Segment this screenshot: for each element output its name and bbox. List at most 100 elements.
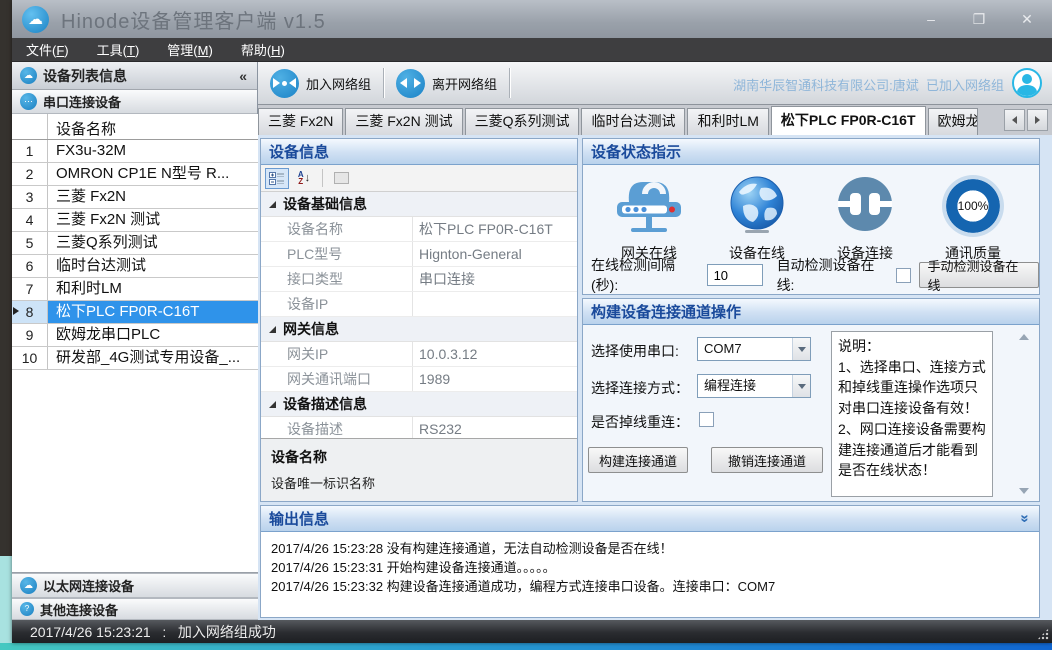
menu-help[interactable]: 帮助(H) [227, 40, 299, 59]
globe-question-icon: ? [20, 602, 34, 616]
device-info-header: 设备信息 [261, 139, 577, 165]
categorized-icon [269, 171, 285, 185]
categorized-view-button[interactable] [265, 168, 289, 189]
other-devices-section[interactable]: ? 其他连接设备 [12, 598, 258, 620]
log-line: 2017/4/26 15:23:31 开始构建设备连接通道。。。。。 [271, 558, 1029, 577]
property-row[interactable]: PLC型号Hignton-General [261, 242, 577, 267]
user-avatar[interactable] [1012, 68, 1042, 98]
connect-mode-select[interactable]: 编程连接 [697, 374, 811, 398]
statusbar-message: 2017/4/26 15:23:21 : 加入网络组成功 [30, 622, 276, 642]
output-panel: 输出信息 » 2017/4/26 15:23:28 没有构建连接通道，无法自动检… [260, 505, 1040, 618]
category-basic-info[interactable]: 设备基础信息 [261, 192, 577, 217]
collapse-output-icon[interactable]: » [1016, 514, 1033, 522]
chevron-down-icon [798, 347, 806, 352]
router-icon [613, 176, 685, 236]
table-row[interactable]: 4三菱 Fx2N 测试 [12, 209, 258, 232]
indicator-gateway-online: 网关在线 [597, 173, 701, 263]
minimize-button[interactable]: – [920, 11, 942, 27]
build-channel-button[interactable]: 构建连接通道 [588, 447, 688, 473]
main-toolbar: 加入网络组 离开网络组 湖南华辰智通科技有限公司:唐斌 已加入网络组 [258, 62, 1052, 105]
auto-detect-checkbox[interactable] [896, 268, 911, 283]
device-status-title: 设备状态指示 [591, 141, 681, 162]
property-description-box: 设备名称 设备唯一标识名称 [261, 438, 577, 501]
sidebar-header: ☁ 设备列表信息 « [12, 62, 257, 90]
menu-manage[interactable]: 管理(M) [153, 40, 227, 59]
join-network-button[interactable]: 加入网络组 [258, 62, 383, 104]
join-network-icon [270, 69, 299, 98]
quality-donut-icon: 100% [942, 175, 1004, 237]
property-row[interactable]: 设备IP [261, 292, 577, 317]
serial-port-select[interactable]: COM7 [697, 337, 811, 361]
table-row[interactable]: 7和利时LM [12, 278, 258, 301]
resize-grip-icon[interactable] [1037, 628, 1049, 640]
device-status-panel: 设备状态指示 [582, 138, 1040, 295]
tab-scroll-right-button[interactable] [1027, 109, 1048, 131]
serial-port-label: 选择使用串口: [591, 341, 679, 361]
table-row[interactable]: 6临时台达测试 [12, 255, 258, 278]
interval-label: 在线检测间隔(秒): [591, 255, 701, 295]
titlebar[interactable]: ☁ Hinode设备管理客户端 v1.5 – ❐ ✕ [12, 0, 1052, 38]
expander-icon [269, 401, 276, 408]
table-row[interactable]: 5三菱Q系列测试 [12, 232, 258, 255]
category-gateway-info[interactable]: 网关信息 [261, 317, 577, 342]
indicator-device-connect: 设备连接 [813, 173, 917, 263]
tab-omron-clipped[interactable]: 欧姆龙 [928, 108, 978, 135]
table-row-selected[interactable]: 8松下PLC FP0R-C16T [12, 301, 258, 324]
row-marker-icon [13, 307, 19, 315]
property-row[interactable]: 接口类型串口连接 [261, 267, 577, 292]
manual-detect-button[interactable]: 手动检测设备在线 [919, 262, 1039, 288]
property-grid-toolbar: AZ↓ [261, 165, 577, 192]
reconnect-checkbox[interactable] [699, 412, 714, 427]
expander-icon [269, 326, 276, 333]
menu-tools[interactable]: 工具(T) [83, 40, 154, 59]
tab-mitsubishi-fx2n-test[interactable]: 三菱 Fx2N 测试 [345, 108, 462, 135]
serial-port-icon: ⋯ [20, 93, 37, 110]
collapse-sidebar-button[interactable]: « [239, 68, 247, 84]
note-scrollbar[interactable] [1016, 331, 1031, 497]
plug-connector-icon [833, 174, 897, 238]
interval-input[interactable] [707, 264, 763, 286]
output-title: 输出信息 [269, 508, 329, 529]
menubar: 文件(F) 工具(T) 管理(M) 帮助(H) [12, 38, 1052, 62]
globe-icon [725, 174, 789, 238]
device-list-sidebar: ☁ 设备列表信息 « ⋯ 串口连接设备 设备名称 1FX3u-32M 2OMRO… [12, 62, 258, 620]
device-table: 设备名称 1FX3u-32M 2OMRON CP1E N型号 R... 3三菱 … [12, 114, 258, 573]
quality-percentage: 100% [958, 199, 989, 213]
menu-file[interactable]: 文件(F) [12, 40, 83, 59]
table-row[interactable]: 1FX3u-32M [12, 140, 258, 163]
tab-mitsubishi-fx2n[interactable]: 三菱 Fx2N [258, 108, 343, 135]
ethernet-devices-section[interactable]: ☁ 以太网连接设备 [12, 573, 258, 598]
property-row[interactable]: 网关通讯端口1989 [261, 367, 577, 392]
table-row[interactable]: 9欧姆龙串口PLC [12, 324, 258, 347]
app-window: ☁ Hinode设备管理客户端 v1.5 – ❐ ✕ 文件(F) 工具(T) 管… [12, 0, 1052, 643]
background-left-strip [0, 0, 12, 650]
auto-detect-label: 自动检测设备在线: [777, 255, 891, 295]
device-status-header: 设备状态指示 [583, 139, 1039, 165]
close-button[interactable]: ✕ [1016, 11, 1038, 28]
alphabetical-sort-button[interactable]: AZ↓ [292, 168, 316, 189]
sidebar-title: 设备列表信息 [43, 66, 127, 86]
table-row[interactable]: 10研发部_4G测试专用设备_... [12, 347, 258, 370]
build-channel-header: 构建设备连接通道操作 [583, 299, 1039, 325]
property-row[interactable]: 网关IP10.0.3.12 [261, 342, 577, 367]
dropdown-button[interactable] [792, 338, 810, 360]
scroll-up-icon[interactable] [1019, 334, 1029, 340]
property-row[interactable]: 设备名称松下PLC FP0R-C16T [261, 217, 577, 242]
scroll-down-icon[interactable] [1019, 488, 1029, 494]
tab-hollysys-lm[interactable]: 和利时LM [687, 108, 768, 135]
tab-panasonic-plc-active[interactable]: 松下PLC FP0R-C16T [771, 106, 926, 135]
statusbar: 2017/4/26 15:23:21 : 加入网络组成功 [12, 620, 1052, 643]
category-description-info[interactable]: 设备描述信息 [261, 392, 577, 417]
table-row[interactable]: 2OMRON CP1E N型号 R... [12, 163, 258, 186]
serial-devices-section[interactable]: ⋯ 串口连接设备 [12, 90, 257, 114]
leave-network-button[interactable]: 离开网络组 [384, 62, 509, 104]
revoke-channel-button[interactable]: 撤销连接通道 [711, 447, 823, 473]
dropdown-button[interactable] [792, 375, 810, 397]
tab-delta-temp-test[interactable]: 临时台达测试 [581, 108, 685, 135]
tab-scroll-left-button[interactable] [1004, 109, 1025, 131]
table-row[interactable]: 3三菱 Fx2N [12, 186, 258, 209]
tab-mitsubishi-q-test[interactable]: 三菱Q系列测试 [465, 108, 580, 135]
main-area: 加入网络组 离开网络组 湖南华辰智通科技有限公司:唐斌 已加入网络组 三菱 Fx… [258, 62, 1052, 620]
az-sort-icon: AZ [298, 171, 304, 185]
maximize-button[interactable]: ❐ [968, 11, 990, 28]
